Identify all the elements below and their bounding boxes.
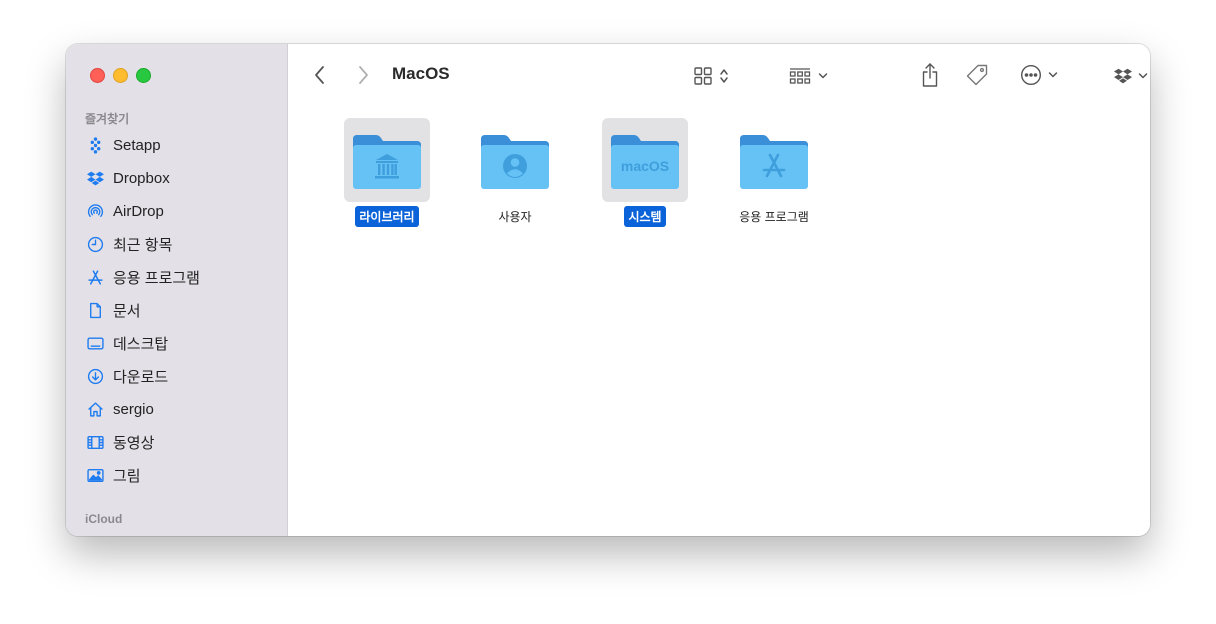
document-icon [86, 301, 104, 319]
tag-icon [965, 63, 989, 87]
forward-icon [357, 65, 369, 85]
forward-button[interactable] [351, 62, 375, 88]
sidebar-item-label: 데스크탑 [113, 335, 169, 353]
sidebar-item-label: 문서 [113, 302, 141, 320]
item-label: 응용 프로그램 [739, 210, 809, 224]
chevron-up-down-icon [719, 67, 729, 85]
movie-icon [86, 433, 104, 451]
sidebar-item-recents[interactable]: 최근 항목 [78, 230, 278, 258]
sidebar-item-label: Setapp [113, 136, 161, 154]
zoom-window-button[interactable] [136, 68, 151, 83]
sidebar-item-label: sergio [113, 400, 154, 418]
group-button[interactable] [784, 64, 832, 88]
folder-thumbnail [731, 118, 817, 202]
sidebar-item-label: 다운로드 [113, 368, 169, 386]
sidebar-item-airdrop[interactable]: AirDrop [78, 197, 278, 225]
clock-icon [86, 235, 104, 253]
sidebar-item-applications[interactable]: 응용 프로그램 [78, 263, 278, 291]
tag-button[interactable] [964, 62, 990, 88]
minimize-window-button[interactable] [113, 68, 128, 83]
more-button[interactable] [1016, 63, 1062, 87]
system-folder-badge: macOS [621, 158, 669, 174]
desktop-icon [86, 334, 104, 352]
sidebar-item-label: 응용 프로그램 [113, 269, 200, 287]
sidebar-item-label: Dropbox [113, 169, 170, 187]
favorites-section-title: 즐겨찾기 [85, 112, 130, 126]
sidebar: 즐겨찾기 Setapp Dropbox AirDrop 최근 항목 응용 프로그… [66, 44, 288, 536]
home-icon [86, 400, 104, 418]
airdrop-icon [86, 202, 104, 220]
finder-window: 즐겨찾기 Setapp Dropbox AirDrop 최근 항목 응용 프로그… [66, 44, 1150, 536]
more-icon [1020, 64, 1042, 86]
share-button[interactable] [918, 60, 942, 90]
chevron-down-icon [1138, 72, 1148, 80]
sidebar-item-movies[interactable]: 동영상 [78, 428, 278, 456]
item-label: 라이브러리 [355, 206, 419, 227]
folder-thumbnail [472, 118, 558, 202]
close-window-button[interactable] [90, 68, 105, 83]
sidebar-item-label: AirDrop [113, 202, 164, 220]
users-folder-icon [478, 125, 552, 196]
main-content: MacOS 라이브러리 사용자 macOS 시스템 응용 프로그램 [288, 44, 1150, 536]
sidebar-item-home[interactable]: sergio [78, 395, 278, 423]
applications-icon [86, 268, 104, 286]
back-icon [314, 65, 326, 85]
setapp-icon [86, 136, 104, 154]
window-title: MacOS [392, 64, 450, 83]
folder-item-applications[interactable]: 응용 프로그램 [719, 118, 829, 227]
chevron-down-icon [818, 72, 828, 80]
folder-thumbnail [344, 118, 430, 202]
folder-thumbnail: macOS [602, 118, 688, 202]
folder-item-system[interactable]: macOS 시스템 [590, 118, 700, 227]
folder-item-library[interactable]: 라이브러리 [332, 118, 442, 227]
sidebar-item-label: 최근 항목 [113, 236, 173, 254]
sidebar-item-downloads[interactable]: 다운로드 [78, 362, 278, 390]
dropbox-icon [86, 169, 104, 187]
item-label: 사용자 [498, 210, 532, 224]
sidebar-item-setapp[interactable]: Setapp [78, 131, 278, 159]
back-button[interactable] [308, 62, 332, 88]
chevron-down-icon [1048, 71, 1058, 79]
dropbox-toolbar-button[interactable] [1110, 64, 1150, 88]
dropbox-icon [1113, 67, 1133, 85]
library-folder-icon [350, 125, 424, 196]
folder-item-users[interactable]: 사용자 [460, 118, 570, 227]
sidebar-item-pictures[interactable]: 그림 [78, 461, 278, 489]
applications-folder-icon [737, 125, 811, 196]
sidebar-item-documents[interactable]: 문서 [78, 296, 278, 324]
group-icon [788, 66, 812, 86]
share-icon [920, 62, 940, 88]
download-icon [86, 367, 104, 385]
grid-view-icon [693, 66, 713, 86]
sidebar-item-label: 동영상 [113, 434, 155, 452]
view-mode-button[interactable] [688, 64, 734, 88]
sidebar-item-desktop[interactable]: 데스크탑 [78, 329, 278, 357]
system-folder-icon: macOS [608, 125, 682, 196]
sidebar-item-label: 그림 [113, 467, 141, 485]
picture-icon [86, 466, 104, 484]
icloud-section-title: iCloud [85, 512, 123, 526]
item-label: 시스템 [624, 206, 666, 227]
sidebar-item-dropbox[interactable]: Dropbox [78, 164, 278, 192]
